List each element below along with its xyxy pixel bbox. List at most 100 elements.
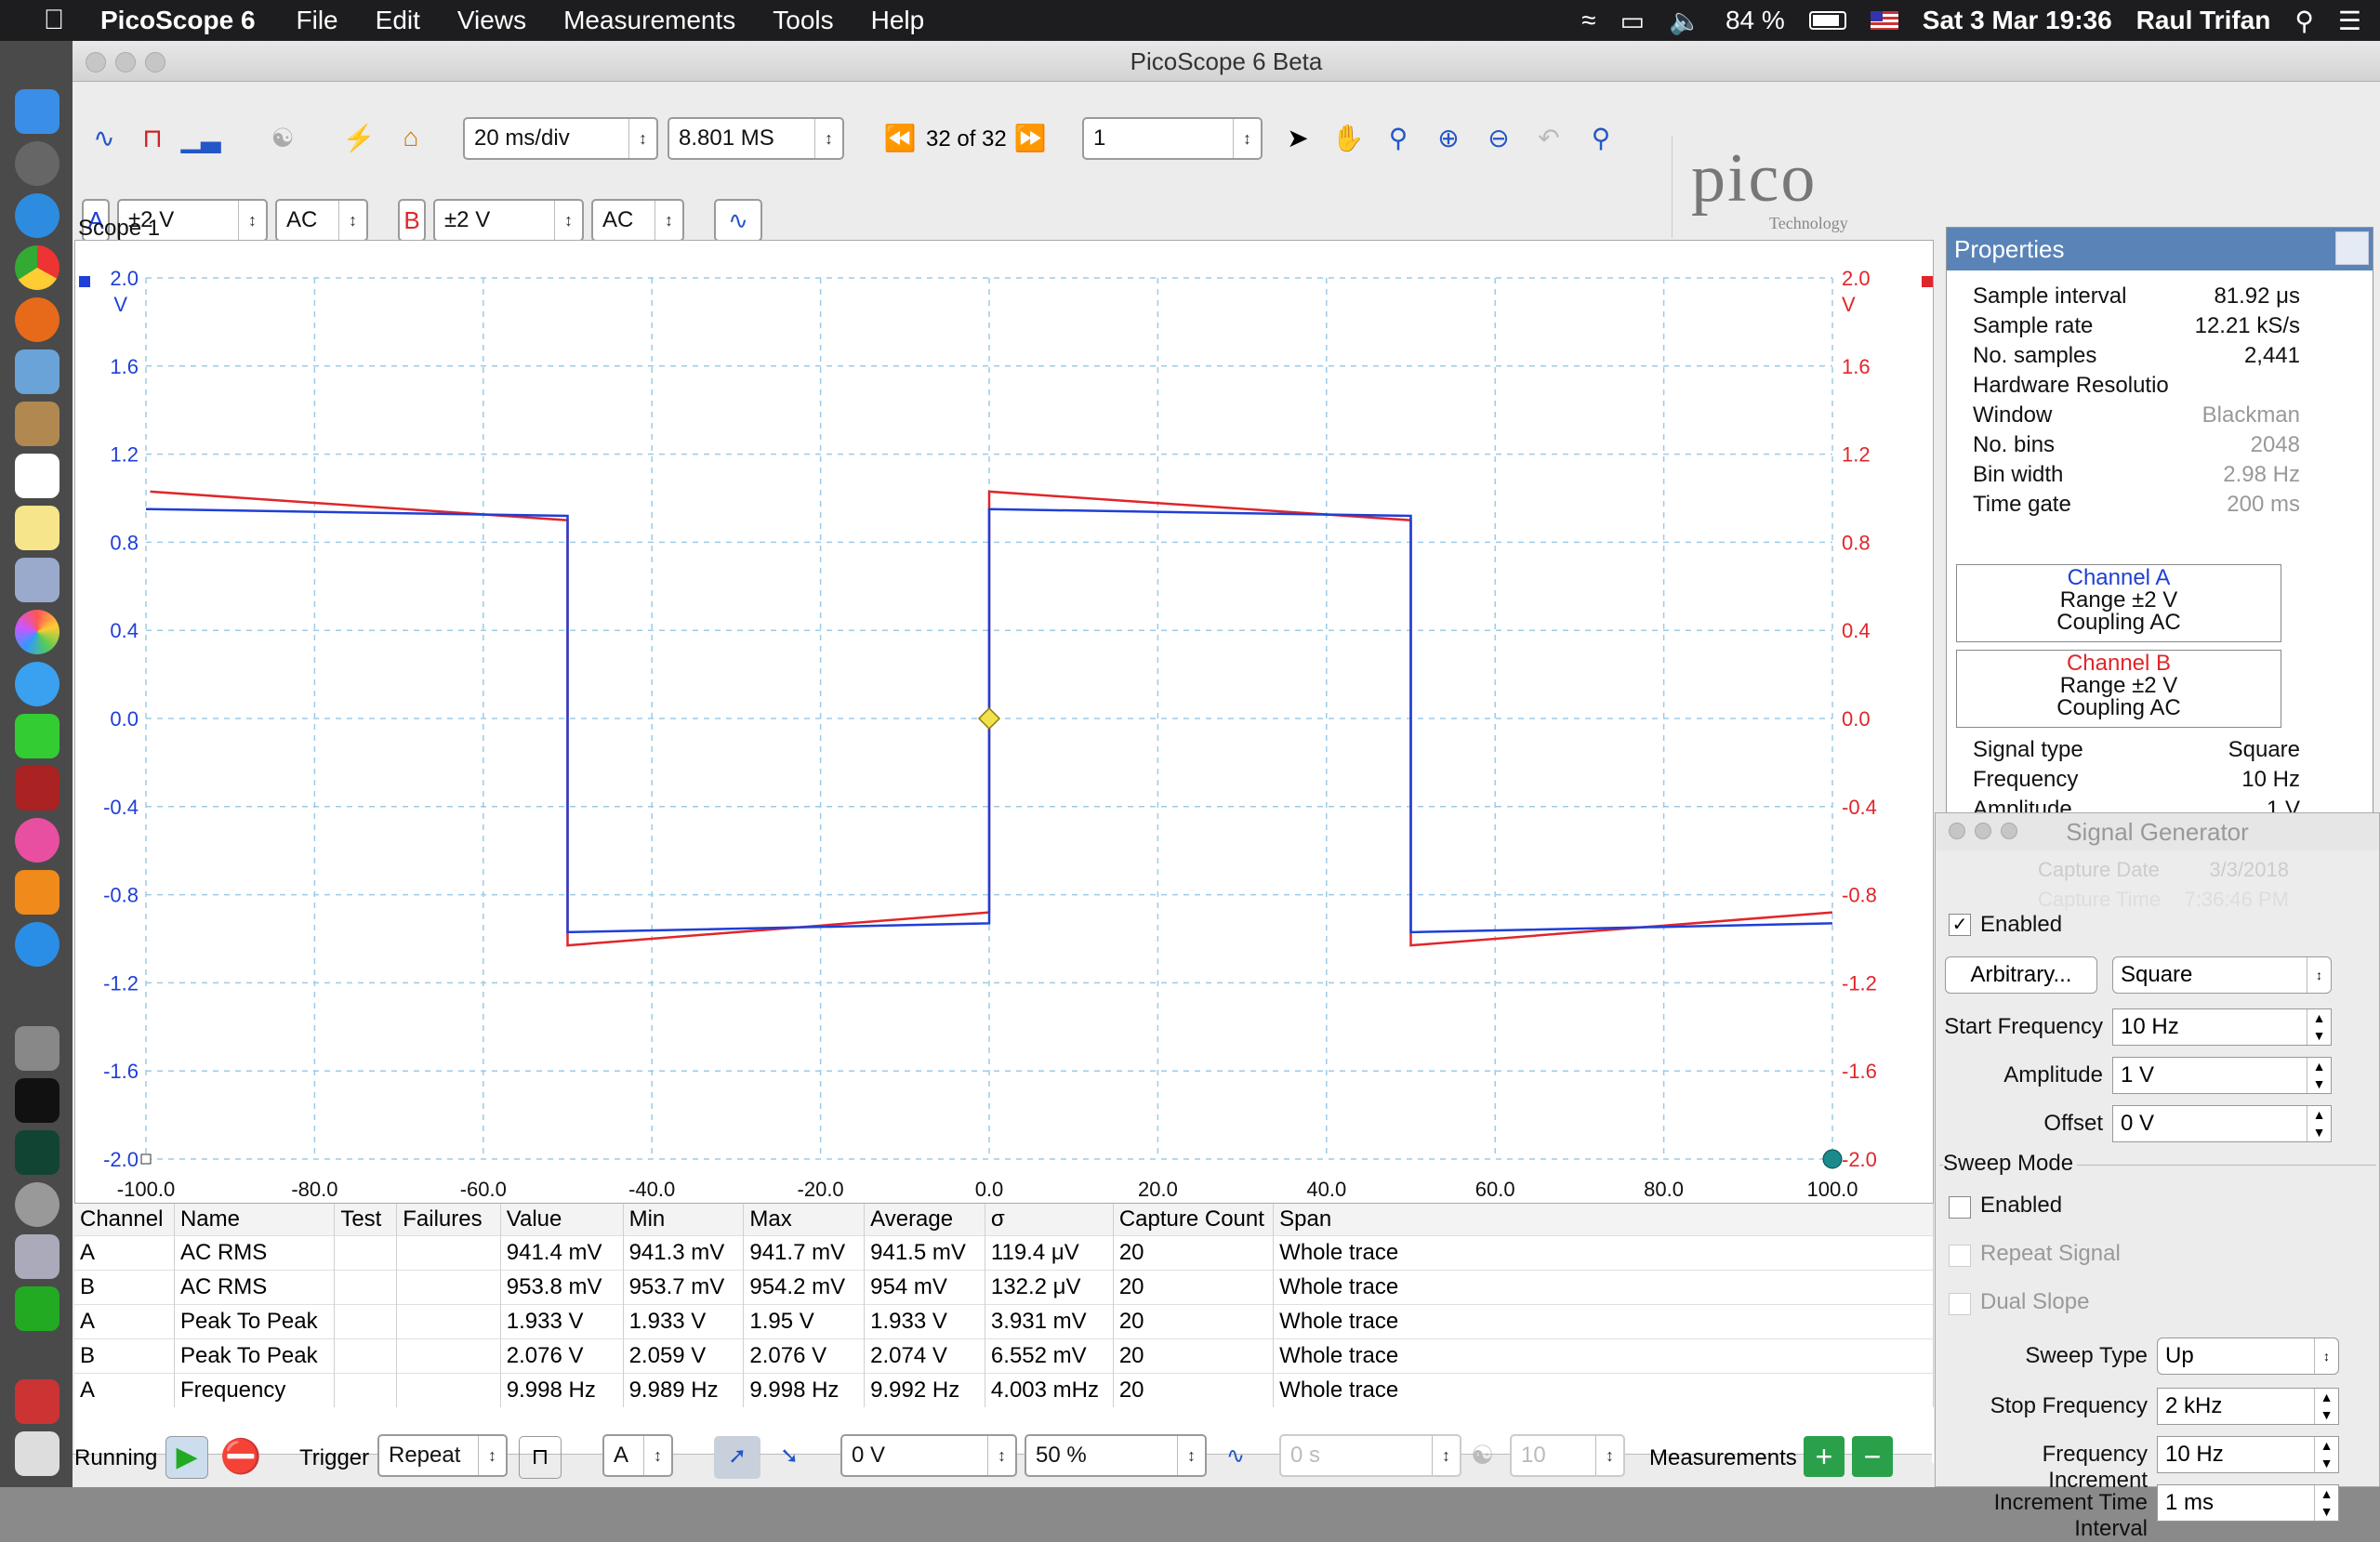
spinner-icon[interactable]: ▲ ▼ bbox=[2314, 1437, 2338, 1472]
volume-icon[interactable]: 🔈 bbox=[1669, 6, 1701, 36]
remove-measurement-icon[interactable]: − bbox=[1852, 1436, 1893, 1477]
clock[interactable]: Sat 3 Mar 19:36 bbox=[1923, 6, 2112, 35]
increment-time-input[interactable]: 1 ms ▲ ▼ bbox=[2157, 1484, 2339, 1522]
column-header[interactable]: Min bbox=[623, 1204, 745, 1235]
rapid-count-input[interactable]: 10 ↕ bbox=[1510, 1434, 1625, 1477]
battery-icon[interactable] bbox=[1808, 11, 1846, 30]
facetime-icon[interactable] bbox=[15, 714, 60, 758]
menu-help[interactable]: Help bbox=[871, 6, 925, 35]
ibooks-icon[interactable] bbox=[15, 870, 60, 915]
photobooth-icon[interactable] bbox=[15, 766, 60, 811]
zoom-100-icon[interactable]: ⚲ bbox=[1582, 119, 1620, 156]
spinner-icon[interactable]: ▲ ▼ bbox=[2314, 1389, 2338, 1424]
capture-count-input[interactable]: 1 ↕ bbox=[1082, 117, 1263, 160]
finder-icon[interactable] bbox=[15, 89, 60, 134]
preview2-icon[interactable] bbox=[15, 558, 60, 602]
menu-views[interactable]: Views bbox=[457, 6, 526, 35]
wifi-icon[interactable]: ≈ bbox=[1581, 6, 1595, 35]
zoom-out-icon[interactable]: ⊖ bbox=[1480, 119, 1517, 156]
ruler-handle-left[interactable] bbox=[140, 1153, 152, 1165]
hand-tool-icon[interactable]: ✋ bbox=[1329, 119, 1367, 156]
next-buffer-icon[interactable]: ⏩ bbox=[1012, 119, 1049, 156]
channel-a-coupling-select[interactable]: AC ↕ bbox=[275, 199, 368, 242]
spinner-icon[interactable]: ▲ ▼ bbox=[2307, 1009, 2331, 1045]
waveform-select[interactable]: Square ↕ bbox=[2112, 956, 2332, 994]
sweep-enabled-checkbox[interactable] bbox=[1949, 1196, 1971, 1219]
zoom-window-button[interactable] bbox=[145, 52, 165, 72]
terminal-icon[interactable] bbox=[15, 1078, 60, 1123]
scope-view[interactable]: -100.0 -80.0 -60.0 -40.0 -20.0 0.0 20.0 40.0 60.… bbox=[74, 240, 1935, 1227]
persistence-mode-icon[interactable]: ⊓ bbox=[134, 119, 171, 156]
measurements-table[interactable]: Channel Name Test Failures Value Min Max Averag… bbox=[74, 1203, 1934, 1463]
minimize-window-button[interactable] bbox=[115, 52, 136, 72]
contacts-icon[interactable] bbox=[15, 402, 60, 446]
calculator-icon[interactable] bbox=[15, 1026, 60, 1071]
add-measurement-icon[interactable]: + bbox=[1804, 1436, 1844, 1477]
airplay-icon[interactable]: ▭ bbox=[1620, 6, 1645, 36]
home-icon[interactable]: ⌂ bbox=[392, 119, 430, 156]
close-panel-icon[interactable] bbox=[2335, 231, 2369, 265]
repeat-signal-checkbox[interactable] bbox=[1949, 1245, 1971, 1267]
user-name[interactable]: Raul Trifan bbox=[2136, 6, 2271, 35]
rapid-trigger-icon[interactable]: ☯ bbox=[1471, 1440, 1494, 1470]
channel-b-button[interactable]: B bbox=[398, 199, 426, 242]
spectrum-mode-icon[interactable]: ▁▃ bbox=[180, 119, 220, 156]
siggen-minimize-button[interactable] bbox=[1975, 823, 1991, 839]
column-header[interactable]: Failures bbox=[396, 1204, 501, 1235]
start-frequency-input[interactable]: 10 Hz ▲ ▼ bbox=[2112, 1008, 2332, 1046]
trigger-channel-select[interactable]: A ↕ bbox=[602, 1434, 673, 1477]
notification-center-icon[interactable]: ☰ bbox=[2338, 6, 2361, 36]
table-row[interactable]: A Frequency 9.998 Hz 9.989 Hz 9.998 Hz 9.992 … bbox=[74, 1372, 1934, 1407]
signal-generator-icon[interactable]: ∿ bbox=[714, 199, 762, 242]
start-button[interactable]: ▶ bbox=[165, 1436, 208, 1479]
siggen-zoom-button[interactable] bbox=[2001, 823, 2017, 839]
trigger-mode-select[interactable]: Repeat ↕ bbox=[377, 1434, 508, 1477]
zoom-region-icon[interactable]: ⚲ bbox=[1380, 119, 1417, 156]
notes-icon[interactable] bbox=[15, 506, 60, 550]
downloads-icon[interactable] bbox=[15, 1379, 60, 1424]
scope-mode-icon[interactable]: ∿ bbox=[86, 119, 123, 156]
app-menu[interactable]: PicoScope 6 bbox=[100, 6, 256, 35]
zoom-in-icon[interactable]: ⊕ bbox=[1430, 119, 1467, 156]
safari-icon[interactable] bbox=[15, 193, 60, 238]
channel-b-range-select[interactable]: ±2 V ↕ bbox=[433, 199, 584, 242]
spinner-icon[interactable]: ▲ ▼ bbox=[2307, 1058, 2331, 1093]
scope-plot[interactable]: -100.0 -80.0 -60.0 -40.0 -20.0 0.0 20.0 40.0 60.… bbox=[75, 241, 1935, 1227]
spinner-icon[interactable]: ▲ ▼ bbox=[2314, 1485, 2338, 1521]
frequency-increment-input[interactable]: 10 Hz ▲ ▼ bbox=[2157, 1436, 2339, 1473]
spotlight-icon[interactable]: ⚲ bbox=[2294, 6, 2314, 36]
spinner-icon[interactable]: ▲ ▼ bbox=[2307, 1106, 2331, 1141]
channel-b-coupling-select[interactable]: AC ↕ bbox=[591, 199, 684, 242]
photos-icon[interactable] bbox=[15, 610, 60, 654]
post-trigger-delay-icon[interactable]: ∿ bbox=[1214, 1436, 1257, 1479]
column-header[interactable]: Capture Count bbox=[1113, 1204, 1275, 1235]
dual-slope-checkbox[interactable] bbox=[1949, 1293, 1971, 1315]
flag-icon[interactable] bbox=[1870, 11, 1898, 30]
launchpad-icon[interactable] bbox=[15, 141, 60, 186]
table-row[interactable]: B Peak To Peak 2.076 V 2.059 V 2.076 V 2.074 … bbox=[74, 1338, 1934, 1373]
close-window-button[interactable] bbox=[86, 52, 106, 72]
delay-input[interactable]: 0 s ↕ bbox=[1279, 1434, 1461, 1477]
menu-file[interactable]: File bbox=[297, 6, 338, 35]
messages-icon[interactable] bbox=[15, 662, 60, 706]
picoscope-icon[interactable] bbox=[15, 1130, 60, 1175]
pointer-tool-icon[interactable]: ➤ bbox=[1279, 119, 1316, 156]
chrome-icon[interactable] bbox=[15, 245, 60, 290]
pretrigger-input[interactable]: 50 % ↕ bbox=[1025, 1434, 1207, 1477]
siggen-enabled-checkbox[interactable]: ✓ bbox=[1949, 914, 1971, 936]
column-header[interactable]: σ bbox=[985, 1204, 1114, 1235]
table-row[interactable]: A Peak To Peak 1.933 V 1.933 V 1.95 V 1.933 V… bbox=[74, 1303, 1934, 1338]
previous-buffer-icon[interactable]: ⏪ bbox=[881, 119, 919, 156]
offset-input[interactable]: 0 V ▲ ▼ bbox=[2112, 1105, 2332, 1142]
ruler-handle-right[interactable] bbox=[1822, 1149, 1843, 1169]
siggen-close-button[interactable] bbox=[1949, 823, 1965, 839]
instrument-icon[interactable] bbox=[15, 1286, 60, 1331]
threshold-input[interactable]: 0 V ↕ bbox=[840, 1434, 1017, 1477]
autosetup-icon[interactable]: ⚡ bbox=[340, 119, 377, 156]
utility-icon[interactable] bbox=[15, 1234, 60, 1279]
falling-edge-icon[interactable]: ➘ bbox=[766, 1436, 813, 1479]
timebase-select[interactable]: 20 ms/div ↕ bbox=[463, 117, 658, 160]
trash-icon[interactable] bbox=[15, 1431, 60, 1476]
apple-menu-icon[interactable]:  bbox=[26, 5, 82, 36]
menu-measurements[interactable]: Measurements bbox=[563, 6, 735, 35]
